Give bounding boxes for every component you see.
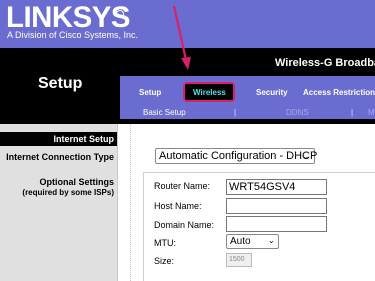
subtab-ddns[interactable]: DDNS [286,108,309,118]
router-name-value: WRT54GSV4 [229,181,296,193]
subtab-separator: | [234,108,237,117]
page-title: Setup [38,75,83,92]
mtu-value: Auto [230,236,251,247]
connection-type-label: Internet Connection Type [6,152,114,162]
size-label: Size: [154,256,175,266]
subtab-separator: | [351,108,354,117]
brand-tagline: A Division of Cisco Systems, Inc. [7,30,139,40]
router-name-label: Router Name: [154,181,211,191]
domain-name-label: Domain Name: [154,220,215,230]
product-name: Wireless-G Broadband [275,57,375,69]
chevron-down-icon: ⌄ [302,151,310,161]
domain-name-input[interactable] [226,216,327,232]
section-title: Internet Setup [53,134,114,144]
registered-mark-icon [116,10,124,18]
subtab-basic-setup[interactable]: Basic Setup [143,108,186,118]
mtu-label: MTU: [154,238,176,248]
host-name-label: Host Name: [154,201,202,211]
optional-settings-note: (required by some ISPs) [22,188,114,197]
annotation-arrow-icon [172,5,191,70]
tab-wireless[interactable]: Wireless [193,88,226,98]
host-name-input[interactable] [226,198,327,214]
tab-access-restrictions[interactable]: Access Restrictions [303,88,375,98]
column-divider [117,124,126,281]
dotted-divider [130,124,132,281]
sidebar [0,124,120,281]
subtab-mac-clone[interactable]: M [368,108,375,118]
tab-setup[interactable]: Setup [139,88,161,98]
connection-type-value: Automatic Configuration - DHCP [159,150,318,162]
size-value: 1500 [229,256,245,263]
optional-settings-label: Optional Settings [39,177,114,187]
chevron-down-icon: ⌄ [268,236,275,245]
tab-security[interactable]: Security [256,88,288,98]
